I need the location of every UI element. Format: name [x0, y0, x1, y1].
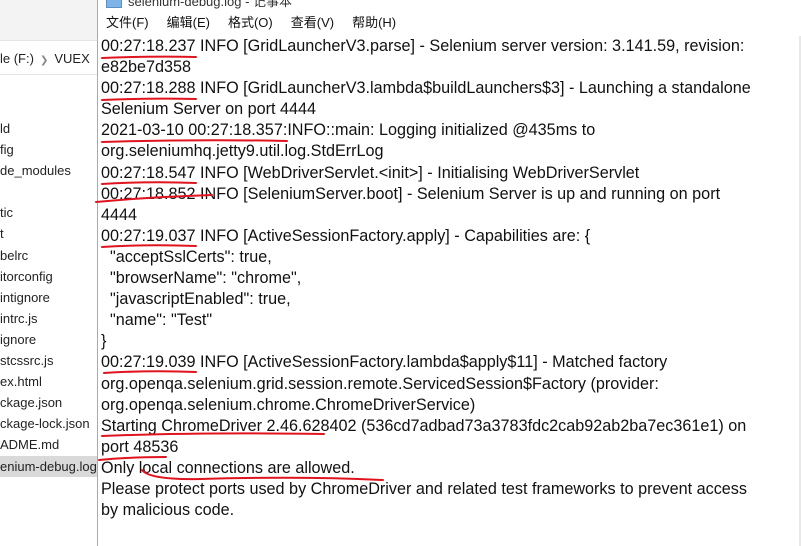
- menu-file[interactable]: 文件(F): [106, 15, 149, 30]
- menu-view[interactable]: 查看(V): [291, 15, 334, 30]
- file-item[interactable]: ckage-lock.json: [0, 413, 98, 434]
- text-line: 00:27:18.547 INFO [WebDriverServlet.<ini…: [101, 163, 640, 182]
- breadcrumb-folder[interactable]: VUEX: [54, 51, 89, 66]
- text-line: by malicious code.: [101, 501, 235, 520]
- text-line: 00:27:18.852 INFO [SeleniumServer.boot] …: [101, 184, 721, 203]
- text-line: }: [101, 332, 107, 351]
- menu-help[interactable]: 帮助(H): [352, 15, 396, 30]
- file-item[interactable]: tic: [0, 202, 98, 223]
- file-item[interactable]: [0, 181, 98, 202]
- file-list: ld fig de_modulestic t belrc itorconfig intign…: [0, 118, 98, 477]
- text-line: 4444: [101, 205, 138, 224]
- text-line: Selenium Server on port 4444: [101, 100, 317, 119]
- file-item[interactable]: t: [0, 223, 98, 244]
- file-item[interactable]: ex.html: [0, 371, 98, 392]
- file-explorer: le (F:) ❯ VUEX ld fig de_modulestic t belrc ito…: [0, 0, 98, 546]
- file-item[interactable]: ld: [0, 118, 98, 139]
- file-item[interactable]: de_modules: [0, 160, 98, 181]
- text-line: 00:27:19.037 INFO [ActiveSessionFactory.…: [101, 226, 591, 245]
- file-item[interactable]: intrc.js: [0, 308, 98, 329]
- text-line: 00:27:18.237 INFO [GridLauncherV3.parse]…: [101, 37, 745, 55]
- menu-bar: 文件(F) 编辑(E) 格式(O) 查看(V) 帮助(H): [98, 10, 801, 36]
- notepad-icon: [106, 0, 122, 8]
- text-line: port 48536: [101, 437, 179, 456]
- file-item[interactable]: stcssrc.js: [0, 350, 98, 371]
- menu-format[interactable]: 格式(O): [228, 15, 273, 30]
- text-line: Only local connections are allowed.: [101, 458, 355, 477]
- text-line: 00:27:18.288 INFO [GridLauncherV3.lambda…: [101, 79, 751, 98]
- text-line: e82be7d358: [101, 58, 192, 77]
- title-bar: selenium-debug.log - 记事本: [98, 0, 801, 10]
- text-line: "acceptSslCerts": true,: [101, 247, 272, 266]
- file-item[interactable]: itorconfig: [0, 266, 98, 287]
- notepad-window: selenium-debug.log - 记事本 文件(F) 编辑(E) 格式(O)…: [97, 0, 801, 546]
- text-line: Please protect ports used by ChromeDrive…: [101, 479, 747, 498]
- file-item[interactable]: fig: [0, 139, 98, 160]
- file-item[interactable]: ckage.json: [0, 392, 98, 413]
- text-line: "javascriptEnabled": true,: [101, 290, 291, 309]
- text-line: 2021-03-10 00:27:18.357:INFO::main: Logg…: [101, 121, 596, 140]
- text-editor[interactable]: 00:27:18.237 INFO [GridLauncherV3.parse]…: [101, 36, 798, 521]
- file-item[interactable]: enium-debug.log: [0, 455, 98, 477]
- text-line: 00:27:19.039 INFO [ActiveSessionFactory.…: [101, 353, 668, 372]
- menu-edit[interactable]: 编辑(E): [167, 15, 210, 30]
- breadcrumb-drive[interactable]: le (F:): [0, 51, 34, 66]
- chevron-right-icon: ❯: [39, 55, 49, 66]
- text-line: org.openqa.selenium.chrome.ChromeDriverS…: [101, 395, 476, 414]
- breadcrumb[interactable]: le (F:) ❯ VUEX: [0, 44, 98, 75]
- file-item[interactable]: intignore: [0, 287, 98, 308]
- text-line: Starting ChromeDriver 2.46.628402 (536cd…: [101, 416, 747, 435]
- text-line: "name": "Test": [101, 311, 213, 330]
- file-item[interactable]: ADME.md: [0, 434, 98, 455]
- text-line: org.seleniumhq.jetty9.util.log.StdErrLog: [101, 142, 384, 161]
- file-item[interactable]: belrc: [0, 245, 98, 266]
- file-item[interactable]: ignore: [0, 329, 98, 350]
- text-line: "browserName": "chrome",: [101, 269, 302, 288]
- explorer-toolbar: [0, 0, 98, 41]
- window-title: selenium-debug.log - 记事本: [128, 0, 293, 9]
- text-line: org.openqa.selenium.grid.session.remote.…: [101, 374, 659, 393]
